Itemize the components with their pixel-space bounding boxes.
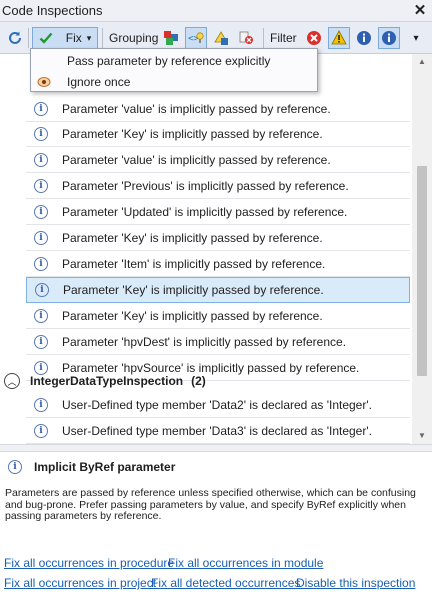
info-icon: i [34, 126, 48, 141]
panel-splitter[interactable] [0, 444, 432, 452]
info-icon: i [34, 423, 48, 438]
details-header: i Implicit ByRef parameter [8, 460, 175, 474]
scrollbar-thumb[interactable] [417, 166, 427, 376]
scroll-down-icon[interactable]: ▼ [412, 428, 432, 444]
refresh-button[interactable] [4, 27, 26, 49]
info-icon: i [34, 397, 48, 412]
list-item[interactable]: i Parameter 'value' is implicitly passed… [26, 147, 410, 173]
vertical-scrollbar[interactable]: ▲ ▼ [412, 54, 432, 444]
list-item[interactable]: i Parameter 'Updated' is implicitly pass… [26, 199, 410, 225]
filter-warnings-button[interactable] [328, 27, 350, 49]
filter-hints-button[interactable] [378, 27, 400, 49]
filter-errors-button[interactable] [303, 27, 325, 49]
info-icon: i [8, 460, 22, 474]
fix-project-link[interactable]: Fix all occurrences in project [4, 576, 156, 590]
list-item[interactable]: i Parameter 'hpvDest' is implicitly pass… [26, 329, 410, 355]
toolbar-separator [102, 28, 103, 48]
window-title: Code Inspections [2, 3, 103, 18]
list-item[interactable]: i User-Defined type member 'Data2' is de… [26, 392, 410, 418]
group-by-inspection-icon [239, 31, 253, 44]
toolbar-overflow-button[interactable]: ▾ [408, 27, 424, 49]
collapse-icon[interactable]: ︿ [4, 373, 20, 389]
fix-menu-item-pass-by-reference[interactable]: Pass parameter by reference explicitly [31, 50, 317, 71]
info-icon: i [34, 178, 48, 193]
group-by-type-button[interactable] [160, 27, 182, 49]
group-by-inspection-button[interactable] [235, 27, 257, 49]
info-icon: i [34, 152, 48, 167]
list-item[interactable]: i Parameter 'Previous' is implicitly pas… [26, 173, 410, 199]
info-icon: i [34, 256, 48, 271]
results-list[interactable]: i Parameter 'value' is implicitly passed… [0, 54, 432, 444]
fix-menu: Pass parameter by reference explicitly I… [30, 48, 318, 92]
scroll-up-icon[interactable]: ▲ [412, 54, 432, 70]
info-icon: i [34, 101, 48, 116]
fix-label: Fix [65, 31, 82, 45]
grouping-label: Grouping [109, 31, 159, 45]
group-by-severity-button[interactable] [210, 27, 232, 49]
warning-icon [331, 30, 347, 45]
ignore-icon [37, 76, 51, 87]
suggestion-icon [357, 31, 371, 45]
error-icon [307, 31, 321, 45]
disable-inspection-link[interactable]: Disable this inspection [296, 576, 415, 590]
details-title: Implicit ByRef parameter [34, 460, 176, 474]
info-icon: i [34, 308, 48, 323]
list-item[interactable]: i User-Defined type member 'Data3' is de… [26, 418, 410, 444]
checkmark-icon [39, 32, 53, 44]
toolbar-separator [263, 28, 264, 48]
chevron-down-icon: ▾ [413, 32, 419, 44]
info-icon: i [34, 334, 48, 349]
list-item[interactable]: i Parameter 'value' is implicitly passed… [26, 96, 410, 122]
close-icon[interactable]: ✕ [411, 2, 429, 20]
fix-module-link[interactable]: Fix all occurrences in module [168, 556, 323, 570]
window-titlebar: Code Inspections ✕ [0, 0, 432, 22]
toolbar-separator [28, 28, 29, 48]
group-count: (2) [191, 374, 206, 388]
details-pane: i Implicit ByRef parameter Parameters ar… [0, 452, 432, 594]
group-by-type-icon [164, 31, 178, 45]
info-icon: i [34, 230, 48, 245]
fix-detected-link[interactable]: Fix all detected occurrences [151, 576, 300, 590]
list-item-selected[interactable]: i Parameter 'Key' is implicitly passed b… [26, 277, 410, 303]
list-item[interactable]: i Parameter 'Key' is implicitly passed b… [26, 303, 410, 329]
list-item[interactable]: i Parameter 'Key' is implicitly passed b… [26, 121, 410, 147]
info-icon: i [34, 204, 48, 219]
group-by-location-button[interactable]: <> [185, 27, 207, 49]
group-by-location-icon: <> [188, 32, 204, 44]
filter-suggestions-button[interactable] [353, 27, 375, 49]
details-description: Parameters are passed by reference unles… [5, 487, 416, 522]
group-by-severity-icon [214, 31, 228, 45]
fix-menu-item-ignore-once[interactable]: Ignore once [31, 71, 317, 92]
list-item[interactable]: i Parameter 'Key' is implicitly passed b… [26, 225, 410, 251]
filter-label: Filter [270, 31, 297, 45]
hint-icon [382, 31, 396, 45]
info-icon: i [35, 283, 49, 297]
fix-procedure-link[interactable]: Fix all occurrences in procedure [4, 556, 174, 570]
group-name: IntegerDataTypeInspection [30, 374, 184, 388]
group-header[interactable]: ︿ IntegerDataTypeInspection (2) [0, 370, 412, 392]
fix-button[interactable]: Fix ▾ [32, 27, 98, 49]
list-item[interactable]: i Parameter 'Item' is implicitly passed … [26, 251, 410, 277]
refresh-icon [9, 31, 21, 44]
chevron-down-icon: ▾ [86, 32, 92, 43]
